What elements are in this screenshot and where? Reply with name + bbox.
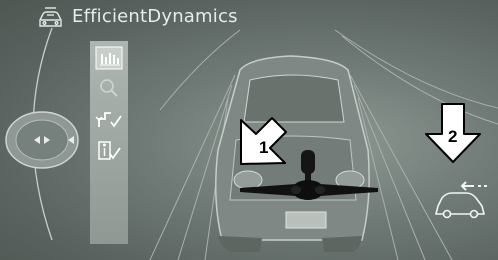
side-menu — [90, 41, 128, 244]
callout-number-2: 2 — [448, 127, 457, 146]
menu-item-consumption-history[interactable] — [93, 45, 125, 71]
info-check-icon — [98, 141, 121, 160]
callout-number-1: 1 — [259, 138, 268, 157]
menu-item-search[interactable] — [93, 75, 125, 101]
title-bar: EfficientDynamics — [0, 0, 498, 36]
menu-item-efficiency-tips[interactable] — [93, 107, 125, 133]
bar-graph-icon — [95, 46, 123, 70]
route-check-icon — [95, 112, 122, 128]
menu-item-info[interactable] — [93, 139, 125, 165]
ed-screen: 1 2 EfficientDynamics — [0, 0, 498, 260]
idrive-controller-icon[interactable] — [0, 108, 92, 172]
car-info-icon — [39, 7, 62, 27]
page-title: EfficientDynamics — [72, 6, 238, 27]
magnifier-icon — [100, 79, 118, 97]
